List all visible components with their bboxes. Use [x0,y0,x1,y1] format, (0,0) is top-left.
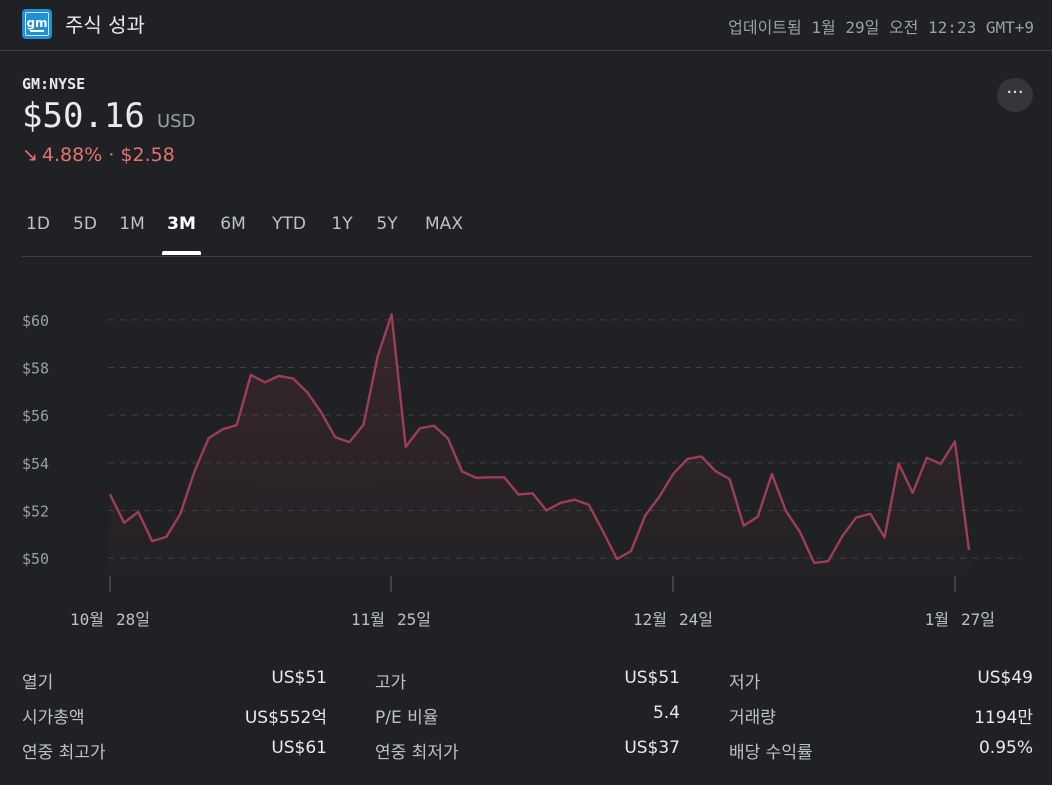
y-tick-label: $58 [22,360,49,378]
stat-label-pe-ratio: P/E 비율 [375,708,439,728]
x-tick-month: 11월 [351,610,385,629]
app-header: gm 주식 성과 업데이트됨 1월 29일 오전 12:23 GMT+9 [0,0,1052,51]
price-change-value: 4.88% · $2.58 [41,144,175,166]
current-price: $50.16 [22,96,145,136]
ticker-symbol: GM:NYSE [22,75,86,93]
page-title: 주식 성과 [65,13,145,37]
tab-5y[interactable]: 5Y [372,214,402,234]
stat-label-low: 저가 [729,673,761,693]
gm-logo-icon: gm [22,9,52,39]
currency-label: USD [157,111,196,132]
stats-table: 열기 US$51 고가 US$51 저가 US$49 시가총액 US$552억 … [0,660,1052,770]
stat-value-volume: 1194만 [974,708,1033,728]
tab-5d[interactable]: 5D [69,214,101,234]
y-tick-label: $50 [22,550,49,568]
stat-value-low: US$49 [977,668,1033,688]
stat-value-pe-ratio: 5.4 [652,703,680,723]
x-tick-month: 1월 [925,610,949,629]
x-tick-day: 28일 [116,610,150,629]
more-options-button[interactable]: ··· [997,78,1033,112]
stat-label-open: 열기 [22,673,54,693]
y-tick-label: $60 [22,312,49,330]
x-tick-month: 12월 [633,610,667,629]
tab-6m[interactable]: 6M [216,214,250,234]
stat-value-high: US$51 [624,668,680,688]
stat-label-high: 고가 [375,673,407,693]
updated-timestamp: 업데이트됨 1월 29일 오전 12:23 GMT+9 [728,18,1034,37]
tab-1y[interactable]: 1Y [328,214,356,234]
x-tick-month: 10월 [70,610,104,629]
stat-value-52w-low: US$37 [624,738,680,758]
stat-label-volume: 거래량 [729,708,776,728]
stat-value-52w-high: US$61 [271,738,327,758]
stat-label-dividend-yield: 배당 수익률 [729,743,813,763]
stat-value-dividend-yield: 0.95% [978,738,1033,758]
active-tab-indicator [162,251,201,255]
price-change: ↘ 4.88% · $2.58 [22,144,175,166]
stat-label-52w-low: 연중 최저가 [375,743,459,763]
y-tick-label: $56 [22,407,49,425]
gm-logo-text: gm [25,12,49,36]
stat-value-market-cap: US$552억 [244,708,327,728]
stat-label-52w-high: 연중 최고가 [22,743,106,763]
chart-area-fill [110,314,969,570]
price-chart: $60 $58 $56 $54 $52 $50 10월 28일 11월 25일 12월 24일 1월 27… [22,312,1022,629]
tab-3m[interactable]: 3M [162,214,201,234]
range-tabs: 1D 5D 1M 3M 6M YTD 1Y 5Y MAX [22,210,1032,257]
tab-ytd[interactable]: YTD [267,214,311,234]
stat-value-open: US$51 [271,668,327,688]
y-tick-label: $52 [22,502,49,520]
tab-max[interactable]: MAX [419,214,469,234]
x-tick-day: 24일 [679,610,713,629]
x-tick-day: 27일 [961,610,995,629]
x-tick-day: 25일 [397,610,431,629]
tab-1m[interactable]: 1M [116,214,148,234]
stat-label-market-cap: 시가총액 [22,708,85,728]
tab-1d[interactable]: 1D [22,214,54,234]
y-tick-label: $54 [22,455,49,473]
down-arrow-icon: ↘ [22,144,38,166]
